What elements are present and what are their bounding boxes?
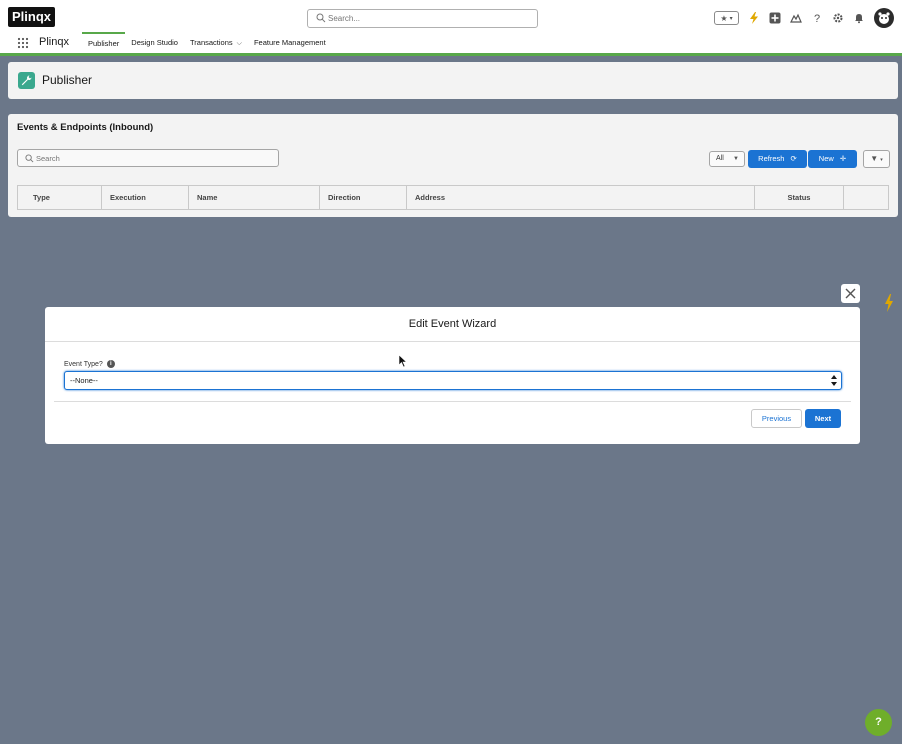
chevron-down-icon: ▼ [733,156,739,162]
page-icon [18,72,35,89]
info-icon[interactable]: i [106,360,115,368]
tab-publisher[interactable]: Publisher [82,32,126,53]
event-type-selected-value: --None-- [70,376,98,385]
mouse-cursor-icon [399,355,407,367]
search-icon [25,154,34,163]
column-header-name[interactable]: Name [189,186,320,209]
app-name: Plinqx [39,36,69,48]
app-launcher-icon[interactable] [17,37,29,49]
filter-button[interactable]: ▼ ▾ [863,150,890,168]
help-icon[interactable]: ? [811,12,823,24]
page-title: Publisher [42,73,93,87]
tab-label: Transactions [189,38,233,47]
filter-icon: ▼ [870,154,879,163]
new-label: New [818,154,834,163]
modal-close-button[interactable] [841,284,860,303]
events-list-card: Events & Endpoints (Inbound) All ▼ Refre… [8,114,898,217]
search-icon [316,13,326,23]
bolt-icon[interactable] [748,12,760,24]
avatar-icon [878,12,890,24]
list-title: Events & Endpoints (Inbound) [17,122,154,133]
bolt-icon[interactable] [884,294,894,312]
tab-feature-management[interactable]: Feature Management [248,32,332,53]
nav-tabs: Publisher Design Studio Transactions ⌵ Fe… [82,32,332,53]
global-header: Plinqx ★▾ ? Plinqx Publisher Design Stud… [0,0,902,56]
column-header-direction[interactable]: Direction [320,186,407,209]
help-floating-button[interactable]: ? [865,709,892,736]
event-type-select[interactable]: --None-- [64,371,842,390]
table-header: Type Execution Name Direction Address St… [17,185,889,210]
global-search-input[interactable] [328,11,528,26]
refresh-button[interactable]: Refresh ⟳ [748,150,807,168]
filter-value: All [716,155,724,162]
chevron-down-icon: ▾ [880,157,883,163]
svg-text:?: ? [814,13,820,24]
edit-event-wizard-modal: Edit Event Wizard Event Type? i --None--… [45,307,860,444]
select-arrows-icon [831,375,837,386]
column-header-address[interactable]: Address [407,186,755,209]
tab-transactions[interactable]: Transactions ⌵ [184,32,248,53]
modal-footer-divider [54,401,851,402]
favorites-button[interactable]: ★ ▾ [714,11,739,25]
header-icons: ★ ▾ ? [714,8,894,28]
wrench-icon [21,75,32,86]
chevron-down-icon: ▾ [729,15,733,22]
column-header-execution[interactable]: Execution [102,186,189,209]
close-icon [845,288,856,299]
app-logo[interactable]: Plinqx [8,7,55,27]
favorites-icon: ★ [720,13,728,23]
global-search-box[interactable] [307,9,538,28]
chevron-down-icon[interactable]: ⌵ [237,40,242,47]
add-icon[interactable] [769,12,781,24]
tab-design-studio[interactable]: Design Studio [125,32,184,53]
column-header-type[interactable]: Type [18,186,102,209]
setup-gear-icon[interactable] [832,12,844,24]
plus-icon: ✛ [839,154,847,163]
filter-all-select[interactable]: All ▼ [709,151,745,167]
previous-button[interactable]: Previous [751,409,802,428]
list-search-input[interactable] [36,151,266,165]
app-navbar: Plinqx Publisher Design Studio Transacti… [0,32,902,53]
user-avatar[interactable] [874,8,894,28]
event-type-label-text: Event Type? [64,360,103,368]
next-button[interactable]: Next [805,409,841,428]
page-header-card: Publisher [8,62,898,99]
trailhead-icon[interactable] [790,12,802,24]
refresh-icon: ⟳ [790,154,797,163]
refresh-label: Refresh [758,154,785,163]
list-search-box[interactable] [17,149,279,167]
tab-label: Publisher [88,39,120,48]
tab-label: Design Studio [131,38,178,47]
tab-label: Feature Management [253,38,326,47]
column-header-status[interactable]: Status [755,186,844,209]
modal-title: Edit Event Wizard [45,307,860,342]
column-header-actions [844,186,888,209]
event-type-label: Event Type? i [64,360,115,368]
new-button[interactable]: New ✛ [808,150,857,168]
bell-icon[interactable] [853,12,865,24]
